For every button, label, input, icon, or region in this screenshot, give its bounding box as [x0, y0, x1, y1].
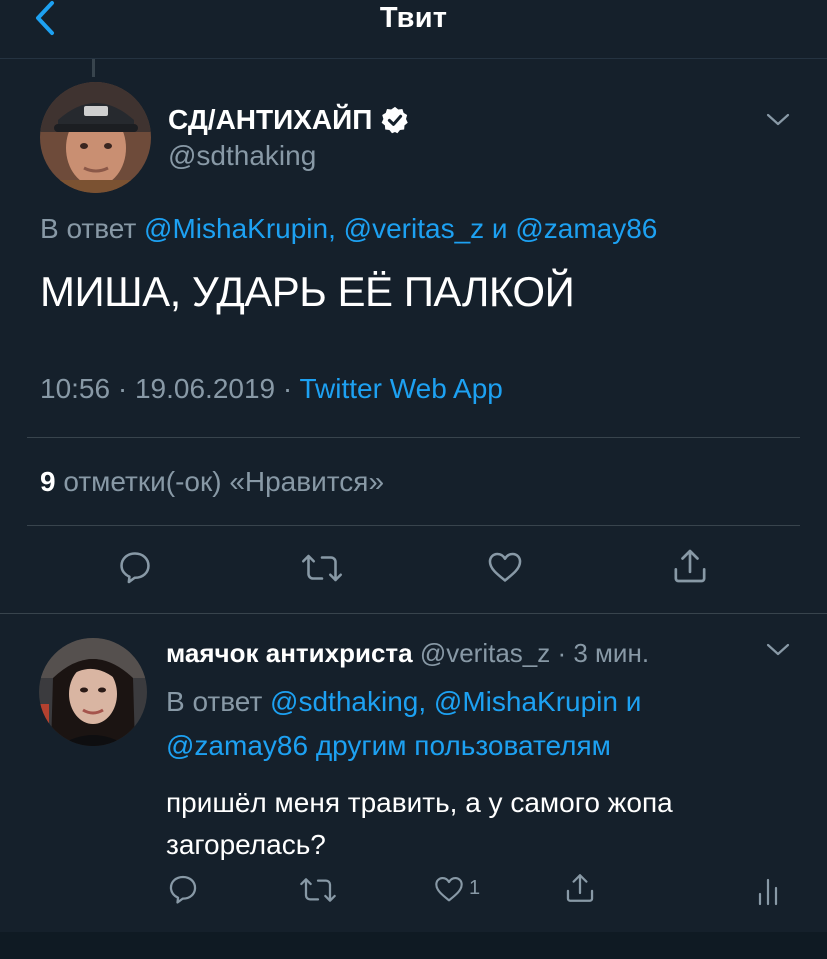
- avatar-photo: [39, 638, 147, 746]
- reply-handle[interactable]: @veritas_z: [420, 638, 550, 668]
- tweet-text: МИША, УДАРЬ ЕЁ ПАЛКОЙ: [40, 268, 575, 315]
- share-icon: [566, 874, 594, 902]
- reply-context: В ответ @sdthaking, @MishaKrupin и @zama…: [166, 680, 786, 768]
- display-name: СД/АНТИХАЙП: [168, 104, 373, 135]
- retweet-icon: [300, 878, 336, 902]
- divider: [27, 437, 800, 438]
- meta-dot: ·: [550, 638, 574, 668]
- reply-icon: [120, 552, 150, 584]
- divider: [0, 613, 827, 614]
- other-users-link[interactable]: другим пользователям: [308, 730, 611, 761]
- retweet-icon: [301, 554, 343, 582]
- mention-separator: и: [484, 213, 516, 244]
- reply-display-name[interactable]: маячок антихриста: [166, 638, 413, 668]
- like-button[interactable]: [485, 548, 525, 586]
- share-button[interactable]: [670, 546, 710, 586]
- reply-more-options-button[interactable]: [765, 642, 791, 658]
- reply-context: В ответ @MishaKrupin, @veritas_z и @zama…: [40, 213, 657, 245]
- analytics-icon: [758, 878, 778, 906]
- reply-button[interactable]: [116, 548, 154, 586]
- reply-retweet-button[interactable]: [299, 874, 337, 906]
- meta-dot: ·: [275, 373, 300, 404]
- like-icon: [488, 552, 522, 582]
- likes-count: 9: [40, 466, 56, 497]
- top-bar: Твит: [0, 0, 827, 59]
- reply-header: маячок антихриста @veritas_z · 3 мин.: [166, 638, 649, 669]
- mention-link[interactable]: @sdthaking: [270, 686, 418, 717]
- tweet-source-link[interactable]: Twitter Web App: [300, 373, 503, 404]
- tweet-time: 10:56: [40, 373, 111, 404]
- chevron-down-icon: [766, 113, 790, 126]
- mention-link[interactable]: @zamay86: [166, 730, 308, 761]
- reply-prefix: В ответ: [40, 213, 145, 244]
- avatar[interactable]: [40, 82, 151, 193]
- mention-link[interactable]: @MishaKrupin: [434, 686, 618, 717]
- share-icon: [674, 549, 706, 583]
- reply-like-count: 1: [469, 877, 481, 899]
- likes-label: отметки(-ок) «Нравится»: [55, 466, 385, 497]
- reply-icon: [169, 875, 197, 904]
- avatar-photo: [40, 82, 151, 193]
- reply-like-button[interactable]: [432, 873, 466, 905]
- reply-reply-button[interactable]: [166, 872, 200, 906]
- like-icon: [435, 877, 463, 902]
- likes-summary[interactable]: 9 отметки(-ок) «Нравится»: [40, 466, 384, 498]
- reply-analytics-button[interactable]: [756, 876, 780, 906]
- mention-separator: и: [617, 686, 642, 717]
- reply-avatar[interactable]: [39, 638, 147, 746]
- thread-line: [92, 59, 95, 77]
- reply-text: пришёл меня травить, а у самого жопа заг…: [166, 787, 673, 860]
- mention-link[interactable]: @zamay86: [515, 213, 657, 244]
- reply-share-button[interactable]: [563, 871, 597, 905]
- mention-link[interactable]: @MishaKrupin: [144, 213, 328, 244]
- verified-badge-icon: [382, 106, 409, 134]
- tweet-date: 19.06.2019: [134, 373, 276, 404]
- mention-link[interactable]: @veritas_z: [344, 213, 484, 244]
- retweet-button[interactable]: [301, 550, 343, 586]
- author-name[interactable]: СД/АНТИХАЙП: [168, 104, 410, 136]
- mention-separator: ,: [328, 213, 344, 244]
- reply-prefix: В ответ: [166, 686, 271, 717]
- meta-dot: ·: [110, 373, 135, 404]
- mention-separator: ,: [418, 686, 434, 717]
- author-handle[interactable]: @sdthaking: [168, 140, 316, 172]
- divider: [27, 525, 800, 526]
- tweet-meta: 10:56 · 19.06.2019 · Twitter Web App: [40, 373, 503, 405]
- page-title: Твит: [379, 2, 448, 34]
- bottom-bar: [0, 932, 827, 959]
- chevron-down-icon: [766, 643, 790, 656]
- more-options-button[interactable]: [765, 112, 791, 128]
- reply-time[interactable]: 3 мин.: [573, 638, 649, 668]
